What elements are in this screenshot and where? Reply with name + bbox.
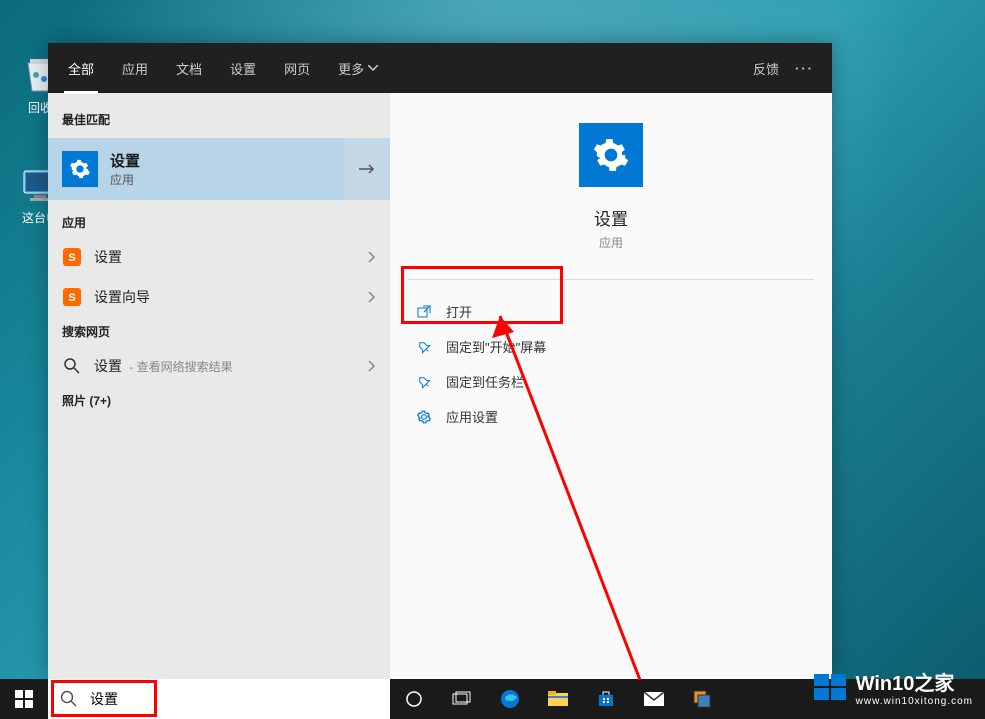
action-pin-taskbar[interactable]: 固定到任务栏 <box>408 364 814 399</box>
result-app-1[interactable]: S 设置 <box>48 237 390 277</box>
gear-icon <box>579 123 643 187</box>
detail-sub: 应用 <box>599 234 623 251</box>
action-label: 固定到"开始"屏幕 <box>446 337 546 356</box>
tab-all[interactable]: 全部 <box>66 43 96 94</box>
result-label: 设置 <box>94 358 122 374</box>
search-icon <box>62 356 82 376</box>
section-apps: 应用 <box>48 208 390 237</box>
tab-more-label: 更多 <box>338 59 364 78</box>
arrow-right-icon <box>359 163 375 175</box>
search-tabs: 全部 应用 文档 设置 网页 更多 <box>66 43 753 94</box>
search-panel-header: 全部 应用 文档 设置 网页 更多 反馈 ··· <box>48 43 832 93</box>
taskbar-search[interactable] <box>48 679 390 719</box>
chevron-right-icon <box>368 291 376 303</box>
vmware-icon[interactable] <box>678 679 726 719</box>
detail-title: 设置 <box>594 205 628 230</box>
divider <box>408 279 814 280</box>
best-match-title: 设置 <box>110 150 140 171</box>
windows-icon <box>15 690 33 708</box>
section-photos: 照片 (7+) <box>48 386 390 415</box>
watermark-title: Win10之家 <box>856 673 955 695</box>
store-icon[interactable] <box>582 679 630 719</box>
search-input[interactable] <box>78 679 390 719</box>
search-panel-body: 最佳匹配 设置 应用 应用 <box>48 93 832 679</box>
tab-documents[interactable]: 文档 <box>174 43 204 94</box>
explorer-icon[interactable] <box>534 679 582 719</box>
tab-settings[interactable]: 设置 <box>228 43 258 94</box>
detail-column: 设置 应用 打开 固定到"开始"屏幕 <box>390 93 832 679</box>
svg-text:S: S <box>68 292 75 304</box>
tab-web[interactable]: 网页 <box>282 43 312 94</box>
watermark-url: www.win10xitong.com <box>856 696 973 707</box>
cortana-icon[interactable] <box>390 679 438 719</box>
mail-icon[interactable] <box>630 679 678 719</box>
search-panel: 全部 应用 文档 设置 网页 更多 反馈 ··· 最佳匹配 设置 <box>48 43 832 679</box>
pin-icon <box>416 374 432 390</box>
action-app-settings[interactable]: 应用设置 <box>408 399 814 434</box>
gear-icon <box>416 409 432 425</box>
watermark: Win10之家 www.win10xitong.com <box>814 667 973 707</box>
best-match-main[interactable]: 设置 应用 <box>48 138 344 200</box>
feedback-link[interactable]: 反馈 <box>753 59 779 78</box>
result-sub: - 查看网络搜索结果 <box>126 360 233 374</box>
tab-apps[interactable]: 应用 <box>120 43 150 94</box>
result-label: 设置向导 <box>94 287 150 307</box>
action-pin-start[interactable]: 固定到"开始"屏幕 <box>408 329 814 364</box>
more-options-icon[interactable]: ··· <box>795 61 814 76</box>
task-view-icon[interactable] <box>438 679 486 719</box>
result-app-2[interactable]: S 设置向导 <box>48 277 390 317</box>
svg-text:S: S <box>68 252 75 264</box>
search-icon <box>60 690 78 708</box>
start-button[interactable] <box>0 679 48 719</box>
section-best-match: 最佳匹配 <box>48 105 390 134</box>
taskbar-icons <box>390 679 726 719</box>
section-web: 搜索网页 <box>48 317 390 346</box>
action-list: 打开 固定到"开始"屏幕 固定到任务栏 <box>408 294 814 434</box>
pin-icon <box>416 339 432 355</box>
sogou-icon: S <box>62 247 82 267</box>
result-web-1[interactable]: 设置 - 查看网络搜索结果 <box>48 346 390 386</box>
action-label: 打开 <box>446 302 472 321</box>
best-match-result[interactable]: 设置 应用 <box>48 138 390 200</box>
tab-more[interactable]: 更多 <box>336 43 380 94</box>
best-match-sub: 应用 <box>110 171 140 188</box>
action-open[interactable]: 打开 <box>408 294 814 329</box>
action-label: 应用设置 <box>446 407 498 426</box>
gear-icon <box>62 151 98 187</box>
edge-icon[interactable] <box>486 679 534 719</box>
open-icon <box>416 304 432 320</box>
sogou-icon: S <box>62 287 82 307</box>
chevron-down-icon <box>368 65 378 71</box>
chevron-right-icon <box>368 251 376 263</box>
best-match-text: 设置 应用 <box>110 150 140 188</box>
result-label: 设置 <box>94 247 122 267</box>
expand-arrow[interactable] <box>344 138 390 200</box>
chevron-right-icon <box>368 360 376 372</box>
windows-logo-icon <box>814 674 848 700</box>
results-column: 最佳匹配 设置 应用 应用 <box>48 93 390 679</box>
action-label: 固定到任务栏 <box>446 372 524 391</box>
